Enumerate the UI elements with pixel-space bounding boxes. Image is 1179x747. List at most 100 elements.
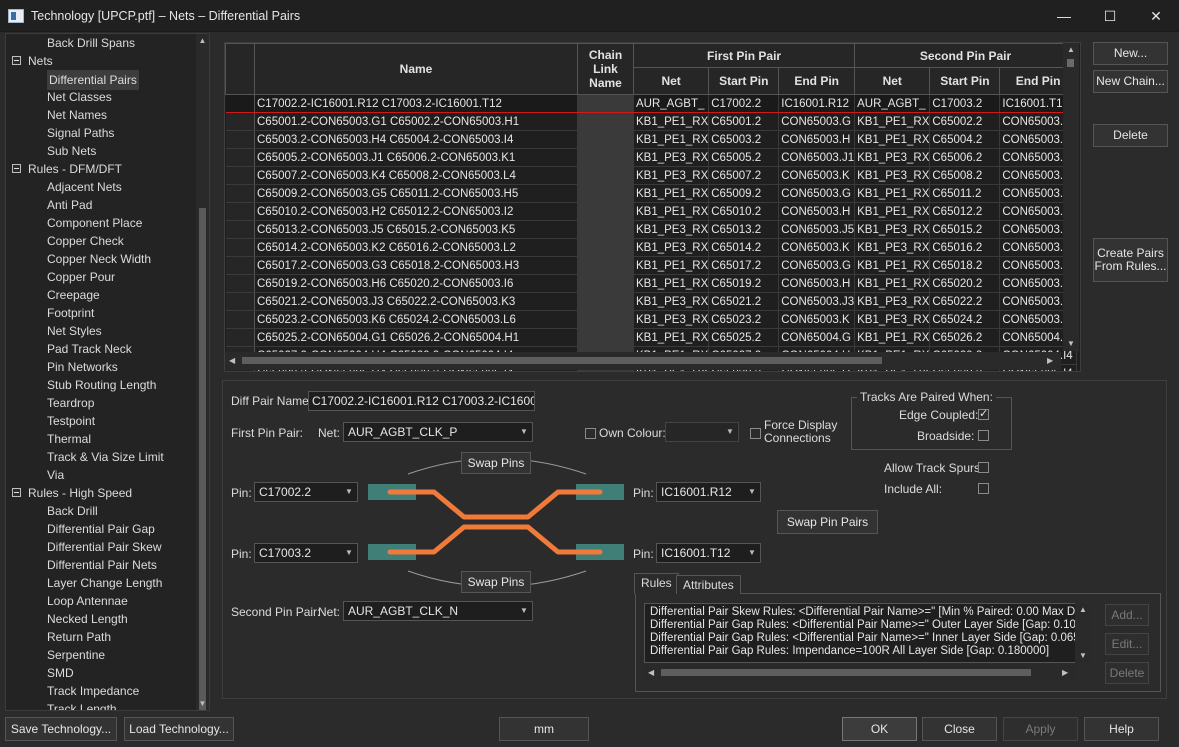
minimize-button[interactable]: — xyxy=(1041,0,1087,32)
collapse-icon[interactable] xyxy=(12,56,21,65)
table-cell[interactable]: C65013.2-CON65003.J5 C65015.2-CON65003.K… xyxy=(254,220,578,239)
broadside-checkbox[interactable] xyxy=(978,430,989,441)
tree-item[interactable]: Signal Paths xyxy=(6,124,198,142)
table-cell[interactable]: CON65003.J3 xyxy=(778,292,856,311)
row-header[interactable] xyxy=(225,130,255,149)
tree-group[interactable]: Nets xyxy=(6,52,198,70)
rule-line[interactable]: Differential Pair Skew Rules: <Different… xyxy=(645,606,1075,619)
table-cell[interactable] xyxy=(577,202,634,221)
table-cell[interactable]: KB1_PE1_RX xyxy=(854,184,931,203)
table-cell[interactable]: KB1_PE3_RX xyxy=(854,310,931,329)
table-cell[interactable]: C65007.2 xyxy=(708,166,780,185)
table-cell[interactable]: C65018.2 xyxy=(929,256,1001,275)
table-cell[interactable]: KB1_PE1_RX xyxy=(633,184,710,203)
table-cell[interactable] xyxy=(577,256,634,275)
tree-item[interactable]: Thermal xyxy=(6,430,198,448)
header-name[interactable]: Name xyxy=(254,43,578,95)
table-cell[interactable] xyxy=(577,274,634,293)
tree-item[interactable]: Copper Pour xyxy=(6,268,198,286)
table-cell[interactable]: C65021.2-CON65003.J3 C65022.2-CON65003.K… xyxy=(254,292,578,311)
table-cell[interactable]: C65024.2 xyxy=(929,310,1001,329)
table-cell[interactable]: C65010.2 xyxy=(708,202,780,221)
tree-item[interactable]: Differential Pair Gap xyxy=(6,520,198,538)
collapse-icon[interactable] xyxy=(12,488,21,497)
tree-group[interactable]: Rules - High Speed xyxy=(6,484,198,502)
tree-item[interactable]: Track & Via Size Limit xyxy=(6,448,198,466)
table-cell[interactable]: C65026.2 xyxy=(929,328,1001,347)
table-cell[interactable]: KB1_PE1_RX xyxy=(854,112,931,131)
table-row[interactable]: C65007.2-CON65003.K4 C65008.2-CON65003.L… xyxy=(225,166,1077,185)
rule-line[interactable]: ------------------------- xyxy=(645,658,1075,662)
table-cell[interactable]: KB1_PE3_RX xyxy=(633,292,710,311)
table-cell[interactable]: C65009.2-CON65003.G5 C65011.2-CON65003.H… xyxy=(254,184,578,203)
tree-item[interactable]: Track Impedance xyxy=(6,682,198,700)
tree-item[interactable]: Differential Pair Skew xyxy=(6,538,198,556)
table-cell[interactable]: KB1_PE1_RX xyxy=(854,274,931,293)
table-cell[interactable]: CON65003.K xyxy=(778,166,856,185)
tree-item[interactable]: Testpoint xyxy=(6,412,198,430)
scroll-up-icon[interactable]: ▲ xyxy=(1079,605,1087,614)
table-cell[interactable]: C65008.2 xyxy=(929,166,1001,185)
table-cell[interactable]: C65003.2 xyxy=(708,130,780,149)
table-row[interactable]: C65025.2-CON65004.G1 C65026.2-CON65004.H… xyxy=(225,328,1077,347)
tree-item[interactable]: Return Path xyxy=(6,628,198,646)
grid-hscroll-thumb[interactable] xyxy=(242,357,882,364)
scroll-up-icon[interactable]: ▲ xyxy=(196,34,209,47)
tree-item[interactable]: SMD xyxy=(6,664,198,682)
force-display-checkbox[interactable] xyxy=(750,428,761,439)
table-cell[interactable]: C65001.2-CON65003.G1 C65002.2-CON65003.H… xyxy=(254,112,578,131)
tree-item[interactable]: Component Place xyxy=(6,214,198,232)
table-cell[interactable]: CON65003.G xyxy=(778,184,856,203)
tab-rules[interactable]: Rules xyxy=(634,573,679,594)
scroll-right-icon[interactable]: ▶ xyxy=(1062,668,1068,677)
tree-scrollbar[interactable]: ▲ ▼ xyxy=(196,34,209,710)
table-cell[interactable]: KB1_PE1_RX xyxy=(633,274,710,293)
table-cell[interactable]: KB1_PE1_RX xyxy=(633,256,710,275)
table-cell[interactable] xyxy=(577,94,634,113)
table-cell[interactable]: KB1_PE3_RX xyxy=(854,148,931,167)
table-cell[interactable]: C65013.2 xyxy=(708,220,780,239)
tree-item[interactable]: Teardrop xyxy=(6,394,198,412)
header-chain-link-name[interactable]: Chain Link Name xyxy=(577,43,634,95)
table-cell[interactable]: C65019.2 xyxy=(708,274,780,293)
first-net-select[interactable]: AUR_AGBT_CLK_P ▼ xyxy=(343,422,533,442)
table-cell[interactable]: CON65003.H xyxy=(778,202,856,221)
rules-hscroll-thumb[interactable] xyxy=(661,669,1031,676)
table-row[interactable]: C65010.2-CON65003.H2 C65012.2-CON65003.I… xyxy=(225,202,1077,221)
table-cell[interactable]: CON65003.G xyxy=(778,256,856,275)
table-cell[interactable]: CON65003.H xyxy=(778,130,856,149)
new-chain-button[interactable]: New Chain... xyxy=(1093,70,1168,93)
table-cell[interactable]: C65005.2 xyxy=(708,148,780,167)
row-header[interactable] xyxy=(225,166,255,185)
tree-item[interactable]: Necked Length xyxy=(6,610,198,628)
table-row[interactable]: C65023.2-CON65003.K6 C65024.2-CON65003.L… xyxy=(225,310,1077,329)
tree-item[interactable]: Serpentine xyxy=(6,646,198,664)
tree-item[interactable]: Stub Routing Length xyxy=(6,376,198,394)
scroll-up-icon[interactable]: ▲ xyxy=(1067,45,1075,54)
table-cell[interactable]: KB1_PE1_RX xyxy=(633,202,710,221)
table-cell[interactable]: CON65003.G xyxy=(778,112,856,131)
load-technology-button[interactable]: Load Technology... xyxy=(124,717,234,741)
swap-pin-pairs-button[interactable]: Swap Pin Pairs xyxy=(777,510,878,534)
row-header[interactable] xyxy=(225,310,255,329)
table-row[interactable]: C65005.2-CON65003.J1 C65006.2-CON65003.K… xyxy=(225,148,1077,167)
table-row[interactable]: C65001.2-CON65003.G1 C65002.2-CON65003.H… xyxy=(225,112,1077,131)
tree-item[interactable]: Pin Networks xyxy=(6,358,198,376)
close-button[interactable]: Close xyxy=(922,717,997,741)
table-cell[interactable]: C65003.2-CON65003.H4 C65004.2-CON65003.I… xyxy=(254,130,578,149)
table-cell[interactable]: C65017.2-CON65003.G3 C65018.2-CON65003.H… xyxy=(254,256,578,275)
table-cell[interactable]: C65012.2 xyxy=(929,202,1001,221)
table-cell[interactable]: C65007.2-CON65003.K4 C65008.2-CON65003.L… xyxy=(254,166,578,185)
pin-top-right-select[interactable]: IC16001.R12 ▼ xyxy=(656,482,761,502)
table-cell[interactable]: C65025.2 xyxy=(708,328,780,347)
own-colour-checkbox[interactable] xyxy=(585,428,596,439)
table-cell[interactable]: CON65003.K xyxy=(778,310,856,329)
rules-list[interactable]: Differential Pair Skew Rules: <Different… xyxy=(644,603,1076,663)
table-cell[interactable]: C65011.2 xyxy=(929,184,1001,203)
tree-item[interactable]: Via xyxy=(6,466,198,484)
table-row[interactable]: C65003.2-CON65003.H4 C65004.2-CON65003.I… xyxy=(225,130,1077,149)
grid-vertical-scrollbar[interactable]: ▲ ▼ xyxy=(1063,43,1079,351)
table-cell[interactable]: AUR_AGBT_ xyxy=(854,94,931,113)
table-cell[interactable]: C65022.2 xyxy=(929,292,1001,311)
swap-pins-top-button[interactable]: Swap Pins xyxy=(461,452,531,474)
